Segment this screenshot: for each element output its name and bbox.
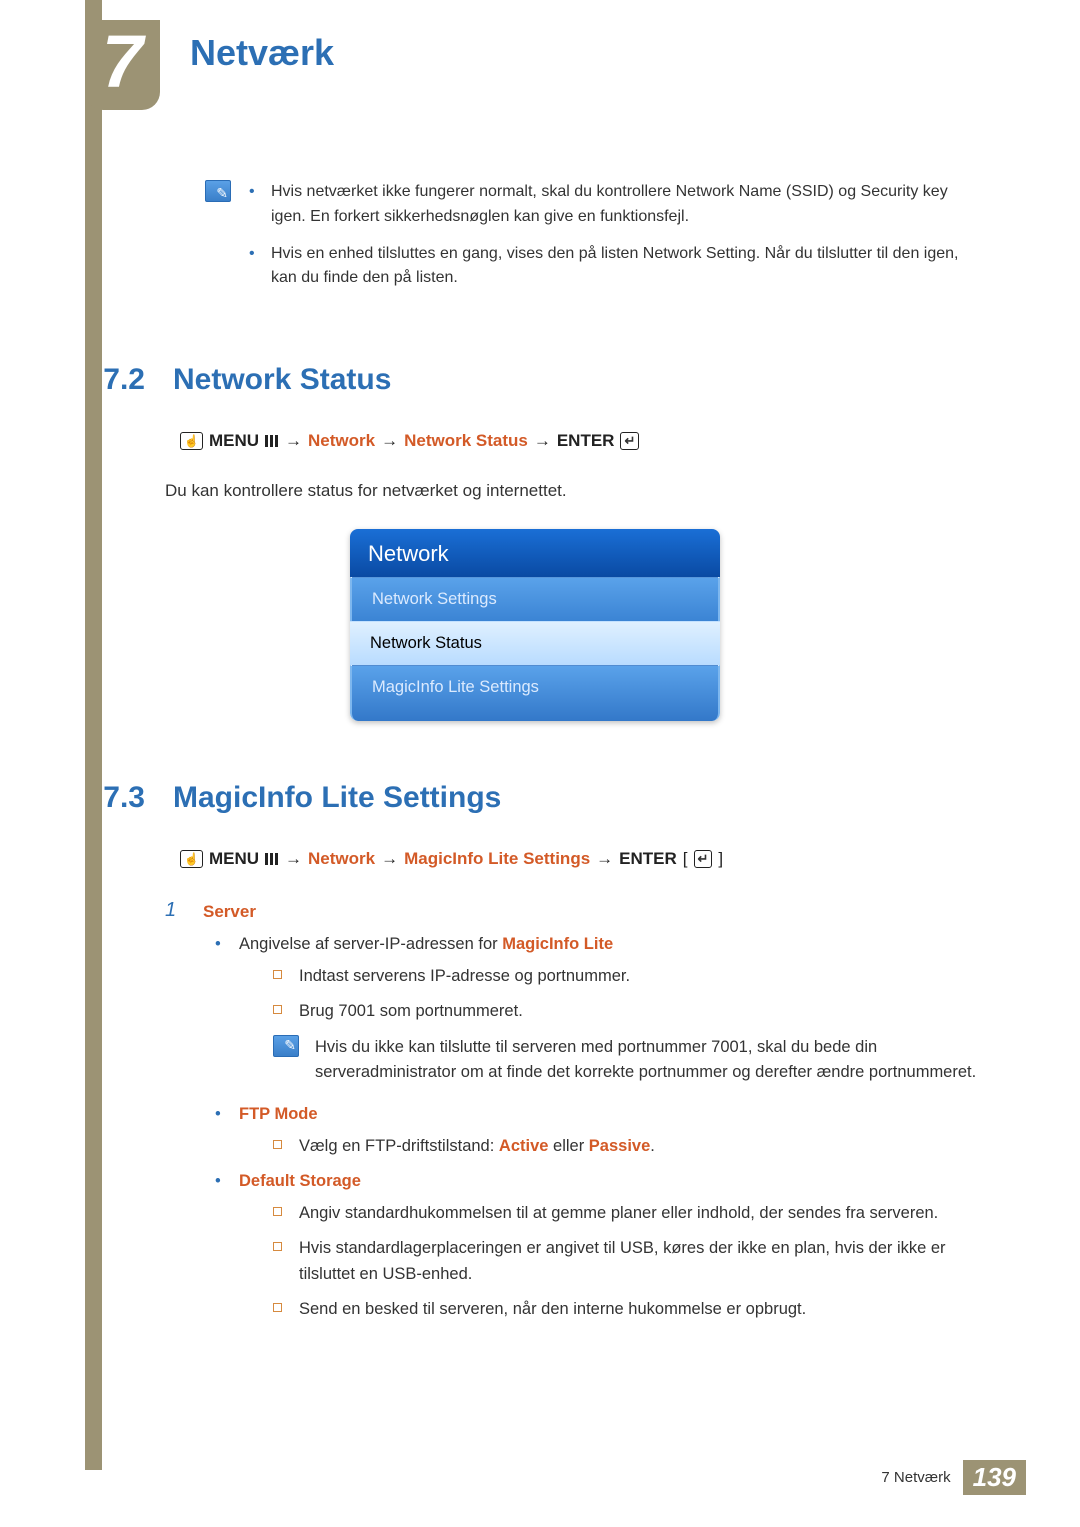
default-storage-label: Default Storage [239,1172,361,1190]
list-item: Angivelse af server-IP-adressen for Magi… [215,932,985,1086]
nav-network: Network [308,849,375,869]
nav-path-7-2: ☝ MENU → Network → Network Status → ENTE… [85,431,985,451]
enter-icon: ↵ [620,432,639,450]
ftp-mode-label: FTP Mode [239,1105,318,1123]
text: Angivelse af server-IP-adressen for [239,935,502,953]
list-item-default-storage: Default Storage Angiv standardhukommelse… [215,1169,985,1323]
chapter-title: Netværk [190,32,334,74]
osd-menu-item-network-settings[interactable]: Network Settings [350,577,720,621]
page-footer: 7 Netværk 139 [881,1460,1026,1495]
section-number: 7.2 [85,363,145,397]
osd-menu-header: Network [350,529,720,577]
arrow-icon: → [285,849,302,869]
list-item-ftp-mode: FTP Mode Vælg en FTP-driftstilstand: Act… [215,1102,985,1159]
remote-hand-icon: ☝ [180,850,203,868]
nav-enter-label: ENTER [619,849,677,869]
text: Vælg en FTP-driftstilstand: [299,1137,499,1155]
text: eller [548,1137,588,1155]
section-title: MagicInfo Lite Settings [173,781,501,815]
nav-network: Network [308,431,375,451]
arrow-icon: → [534,431,551,451]
sub-list-item: Hvis standardlagerplaceringen er angivet… [273,1236,985,1287]
section-7-2-heading: 7.2 Network Status [85,363,985,397]
menu-bars-icon [265,853,279,865]
info-note-top: Hvis netværket ikke fungerer normalt, sk… [85,180,985,303]
step-1-server: 1 Server [85,899,985,922]
section-number: 7.3 [85,781,145,815]
section-body-text: Du kan kontrollere status for netværket … [85,481,985,501]
arrow-icon: → [381,431,398,451]
nav-magicinfo: MagicInfo Lite Settings [404,849,590,869]
note-text: Hvis du ikke kan tilslutte til serveren … [315,1035,985,1086]
note-icon [205,180,231,202]
nav-menu-label: MENU [209,849,259,869]
note-item: Hvis en enhed tilsluttes en gang, vises … [249,242,985,292]
enter-icon: ↵ [694,850,713,868]
note-icon [273,1035,299,1057]
bracket-open: [ [683,849,688,869]
sub-list-item: Send en besked til serveren, når den int… [273,1297,985,1323]
nav-path-7-3: ☝ MENU → Network → MagicInfo Lite Settin… [85,849,985,869]
step-number: 1 [165,899,185,922]
section-title: Network Status [173,363,391,397]
arrow-icon: → [381,849,398,869]
note-item: Hvis netværket ikke fungerer normalt, sk… [249,180,985,230]
step-label: Server [203,899,256,922]
passive-label: Passive [589,1137,650,1155]
sub-list-item: Indtast serverens IP-adresse og portnumm… [273,964,985,990]
inline-note: Hvis du ikke kan tilslutte til serveren … [239,1035,985,1086]
text: . [650,1137,655,1155]
arrow-icon: → [596,849,613,869]
sub-list-item: Vælg en FTP-driftstilstand: Active eller… [273,1134,985,1160]
page-number: 139 [963,1460,1026,1495]
sub-list-item: Angiv standardhukommelsen til at gemme p… [273,1201,985,1227]
nav-network-status: Network Status [404,431,528,451]
nav-enter-label: ENTER [557,431,615,451]
chapter-number-badge: 7 [85,20,160,110]
osd-menu-item-magicinfo[interactable]: MagicInfo Lite Settings [350,665,720,721]
osd-menu-panel: Network Network Settings Network Status … [350,529,720,721]
footer-text: 7 Netværk [881,1469,950,1486]
sub-list-item: Brug 7001 som portnummeret. [273,999,985,1025]
section-7-3-heading: 7.3 MagicInfo Lite Settings [85,781,985,815]
osd-menu-item-network-status[interactable]: Network Status [350,621,720,665]
remote-hand-icon: ☝ [180,432,203,450]
nav-menu-label: MENU [209,431,259,451]
arrow-icon: → [285,431,302,451]
active-label: Active [499,1137,549,1155]
menu-bars-icon [265,435,279,447]
bracket-close: ] [718,849,723,869]
magicinfo-lite-label: MagicInfo Lite [502,935,613,953]
